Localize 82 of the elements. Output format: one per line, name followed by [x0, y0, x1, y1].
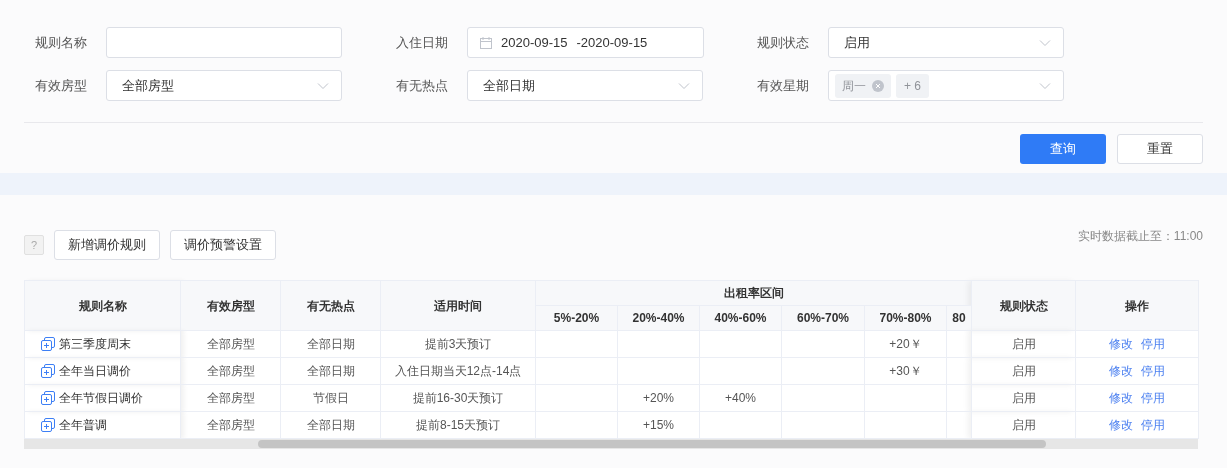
filter-label: 规则名称 [35, 33, 88, 52]
column-header: 40%-60% [699, 305, 782, 331]
filter-label: 入住日期 [396, 33, 449, 52]
column-group-header: 出租率区间 [535, 280, 972, 306]
table-cell: +20￥ [864, 330, 947, 358]
table-cell: 启用 [971, 357, 1076, 385]
column-header: 60%-70% [781, 305, 865, 331]
table-cell: 提前8-15天预订 [380, 411, 536, 439]
column-header: 规则名称 [24, 280, 181, 331]
more-count-tag: + 6 [896, 73, 929, 98]
table-cell: 全部日期 [280, 330, 381, 358]
table-cell: 启用 [971, 384, 1076, 412]
expand-icon[interactable] [41, 364, 55, 378]
action-link[interactable]: 修改 [1109, 362, 1134, 380]
date-range-field[interactable]: 2020-09-15 -2020-09-15 [467, 27, 704, 58]
table-cell: 节假日 [280, 384, 381, 412]
rule-name: 全年普调 [59, 417, 107, 434]
table-cell: 全部日期 [280, 411, 381, 439]
search-button[interactable]: 查询 [1020, 134, 1106, 164]
reset-button[interactable]: 重置 [1117, 134, 1203, 164]
table-cell: +15% [617, 411, 700, 439]
filter-label: 规则状态 [757, 33, 810, 52]
start-date: 2020-09-15 [501, 33, 568, 52]
action-link[interactable]: 停用 [1141, 416, 1166, 434]
table-cell: 启用 [971, 330, 1076, 358]
table-cell: +20% [617, 384, 700, 412]
expand-icon[interactable] [41, 391, 55, 405]
column-header: 有无热点 [280, 280, 381, 331]
select-field[interactable]: 全部日期 [467, 70, 703, 101]
column-header: 规则状态 [971, 280, 1076, 331]
chevron-down-icon [317, 81, 329, 90]
select-value: 启用 [844, 33, 870, 52]
action-link[interactable]: 停用 [1141, 335, 1166, 353]
toolbar-button[interactable]: 新增调价规则 [54, 230, 160, 260]
tag-chip[interactable]: 周一 [835, 73, 891, 98]
column-header: 20%-40% [617, 305, 700, 331]
text-input-field[interactable] [106, 27, 342, 58]
column-header: 5%-20% [535, 305, 618, 331]
expand-icon[interactable] [41, 337, 55, 351]
filter-label: 有效房型 [35, 76, 88, 95]
select-field[interactable]: 启用 [828, 27, 1064, 58]
table-cell: 全部日期 [280, 357, 381, 385]
chevron-down-icon [1039, 38, 1051, 47]
filter-label: 有无热点 [396, 76, 449, 95]
horizontal-scrollbar[interactable] [24, 439, 1198, 449]
column-header: 适用时间 [380, 280, 536, 331]
select-value: 全部房型 [122, 76, 174, 95]
rule-name: 全年当日调价 [59, 363, 131, 380]
table-cell: 全部房型 [180, 330, 281, 358]
multi-select-field[interactable]: 周一 + 6 [828, 70, 1064, 101]
table-cell: 启用 [971, 411, 1076, 439]
rule-name: 全年节假日调价 [59, 390, 143, 407]
toolbar-button[interactable]: 调价预警设置 [170, 230, 276, 260]
table-cell: 提前16-30天预订 [380, 384, 536, 412]
data-timestamp: 实时数据截止至：11:00 [1077, 228, 1203, 245]
action-link[interactable]: 修改 [1109, 335, 1134, 353]
table-cell: 全部房型 [180, 384, 281, 412]
calendar-icon [480, 36, 492, 49]
table-cell: 全部房型 [180, 411, 281, 439]
column-header: 有效房型 [180, 280, 281, 331]
table-cell: 全部房型 [180, 357, 281, 385]
date-separator: - [576, 33, 581, 52]
action-link[interactable]: 修改 [1109, 416, 1134, 434]
select-field[interactable]: 全部房型 [106, 70, 342, 101]
action-link[interactable]: 修改 [1109, 389, 1134, 407]
column-header: 70%-80% [864, 305, 947, 331]
chevron-down-icon [1039, 81, 1051, 90]
column-header: 操作 [1075, 280, 1199, 331]
action-link[interactable]: 停用 [1141, 389, 1166, 407]
table-cell: +40% [699, 384, 782, 412]
filter-label: 有效星期 [757, 76, 810, 95]
table-cell: 提前3天预订 [380, 330, 536, 358]
end-date: 2020-09-15 [580, 33, 648, 52]
rule-name: 第三季度周末 [59, 336, 131, 353]
help-button[interactable]: ? [24, 235, 44, 255]
action-link[interactable]: 停用 [1141, 362, 1166, 380]
table-cell: 入住日期当天12点-14点 [380, 357, 536, 385]
scrollbar-thumb[interactable] [258, 440, 1046, 448]
select-value: 全部日期 [483, 76, 535, 95]
expand-icon[interactable] [41, 418, 55, 432]
chevron-down-icon [678, 81, 690, 90]
table-cell: +30￥ [864, 357, 947, 385]
